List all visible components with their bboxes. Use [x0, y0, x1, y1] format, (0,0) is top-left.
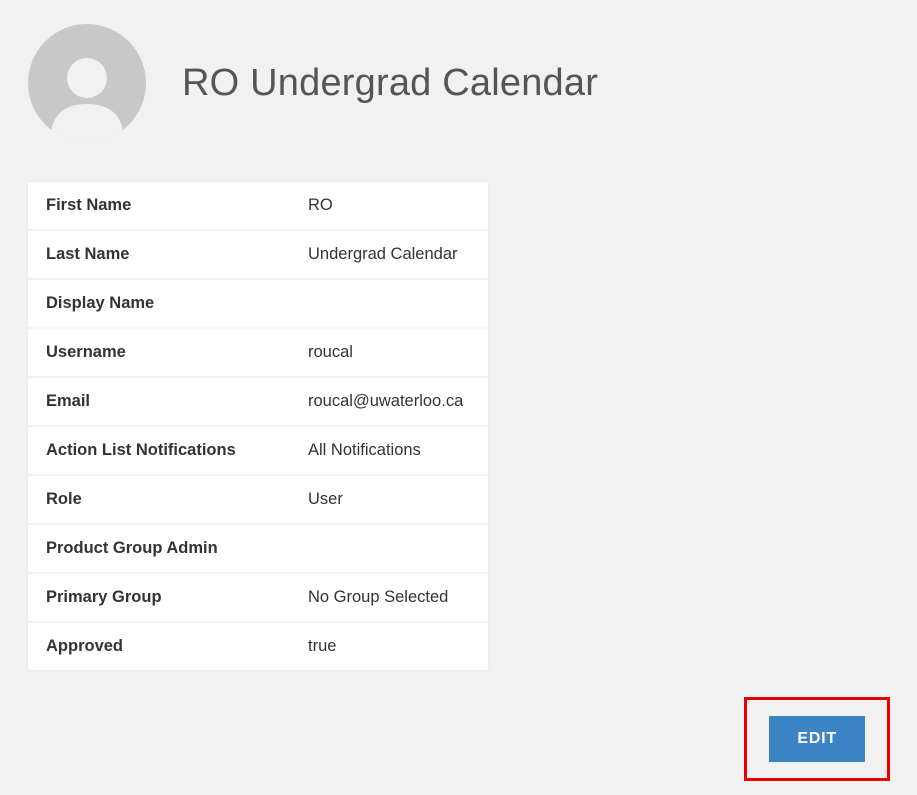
label-first-name: First Name	[46, 196, 308, 215]
label-email: Email	[46, 392, 308, 411]
value-action-list-notifications: All Notifications	[308, 441, 470, 460]
row-email: Email roucal@uwaterloo.ca	[28, 378, 488, 427]
row-action-list-notifications: Action List Notifications All Notificati…	[28, 427, 488, 476]
profile-header: RO Undergrad Calendar	[24, 24, 893, 142]
label-display-name: Display Name	[46, 294, 308, 313]
value-first-name: RO	[308, 196, 470, 215]
label-product-group-admin: Product Group Admin	[46, 539, 308, 558]
edit-highlight-box: EDIT	[744, 697, 890, 781]
label-primary-group: Primary Group	[46, 588, 308, 607]
row-product-group-admin: Product Group Admin	[28, 525, 488, 574]
value-username: roucal	[308, 343, 470, 362]
label-last-name: Last Name	[46, 245, 308, 264]
row-primary-group: Primary Group No Group Selected	[28, 574, 488, 623]
page-title: RO Undergrad Calendar	[182, 62, 598, 105]
row-username: Username roucal	[28, 329, 488, 378]
value-last-name: Undergrad Calendar	[308, 245, 470, 264]
label-approved: Approved	[46, 637, 308, 656]
edit-button[interactable]: EDIT	[769, 716, 865, 762]
value-email: roucal@uwaterloo.ca	[308, 392, 470, 411]
label-action-list-notifications: Action List Notifications	[46, 441, 308, 460]
row-display-name: Display Name	[28, 280, 488, 329]
user-profile-page: RO Undergrad Calendar First Name RO Last…	[0, 0, 917, 795]
row-role: Role User	[28, 476, 488, 525]
label-username: Username	[46, 343, 308, 362]
value-role: User	[308, 490, 470, 509]
value-primary-group: No Group Selected	[308, 588, 470, 607]
row-first-name: First Name RO	[28, 182, 488, 231]
profile-details-table: First Name RO Last Name Undergrad Calend…	[28, 182, 488, 670]
value-approved: true	[308, 637, 470, 656]
row-last-name: Last Name Undergrad Calendar	[28, 231, 488, 280]
label-role: Role	[46, 490, 308, 509]
avatar	[28, 24, 146, 142]
row-approved: Approved true	[28, 623, 488, 670]
person-icon	[44, 48, 130, 142]
